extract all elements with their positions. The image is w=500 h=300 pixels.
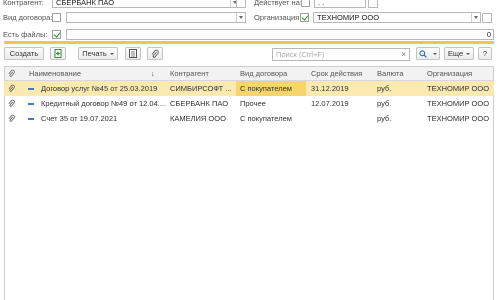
cell-contract-type: С покупателем bbox=[236, 81, 306, 96]
print-button[interactable]: Печать bbox=[78, 47, 118, 60]
search-input[interactable]: Поиск (Ctrl+F) × bbox=[272, 48, 410, 61]
cell-term: 31.12.2019 bbox=[311, 84, 349, 93]
more-button[interactable]: Еще bbox=[444, 47, 474, 60]
cell-name: Договор услуг №45 от 25.03.2019 bbox=[41, 84, 158, 93]
cell-term bbox=[311, 111, 375, 126]
column-header-term[interactable]: Срок действия bbox=[311, 67, 362, 81]
valid-on-label: Действует на: bbox=[254, 0, 302, 7]
contract-type-field[interactable] bbox=[66, 12, 246, 23]
document-list-icon bbox=[129, 49, 137, 58]
table-row[interactable]: Счет 35 от 19.07.2021 КАМЕЛИЯ ООО С поку… bbox=[4, 111, 494, 126]
table-row[interactable]: Кредитный договор №49 от 12.04.... СБЕРБ… bbox=[4, 96, 494, 111]
create-button[interactable]: Создать bbox=[4, 47, 44, 60]
search-icon bbox=[419, 50, 428, 58]
chevron-down-icon[interactable] bbox=[236, 13, 245, 22]
cell-counterparty: СБЕРБАНК ПАО bbox=[170, 99, 229, 108]
add-file-icon bbox=[54, 49, 61, 58]
organization-checkbox[interactable] bbox=[300, 13, 309, 22]
document-icon bbox=[28, 103, 34, 105]
search-placeholder: Поиск (Ctrl+F) bbox=[276, 50, 325, 59]
cell-organization: ТЕХНОМИР ООО bbox=[427, 114, 490, 123]
contract-type-label: Вид договора: bbox=[3, 13, 53, 22]
column-header-currency[interactable]: Валюта bbox=[377, 67, 404, 81]
open-organization-icon[interactable] bbox=[482, 13, 492, 23]
cell-currency: руб. bbox=[377, 99, 392, 108]
counterparty-field[interactable]: СБЕРБАНК ПАО bbox=[52, 0, 240, 8]
valid-on-date-field[interactable]: . . bbox=[314, 0, 366, 8]
cell-organization: ТЕХНОМИР ООО bbox=[427, 84, 490, 93]
cell-currency: руб. bbox=[377, 114, 392, 123]
help-button[interactable]: ? bbox=[478, 47, 492, 60]
search-button[interactable] bbox=[416, 47, 440, 60]
cell-currency: руб. bbox=[377, 84, 392, 93]
print-label: Печать bbox=[82, 49, 107, 58]
attachments-button[interactable] bbox=[147, 47, 163, 60]
sort-icon[interactable]: ↓ bbox=[151, 67, 155, 81]
open-counterparty-icon[interactable] bbox=[236, 0, 246, 8]
clear-icon[interactable]: × bbox=[401, 49, 406, 60]
cell-counterparty: СИМБИРСОФТ ... bbox=[170, 84, 232, 93]
document-icon bbox=[28, 88, 34, 90]
progress-value: 0 bbox=[486, 30, 491, 39]
report-button[interactable] bbox=[125, 47, 141, 60]
cell-name: Кредитный договор №49 от 12.04.... bbox=[41, 99, 167, 108]
valid-on-date-value: . . bbox=[318, 0, 325, 7]
more-label: Еще bbox=[447, 49, 464, 58]
progress-bar bbox=[4, 41, 494, 44]
chevron-down-icon[interactable] bbox=[471, 13, 480, 22]
cell-name: Счет 35 от 19.07.2021 bbox=[41, 114, 118, 123]
has-files-field[interactable]: 0 bbox=[66, 29, 494, 40]
add-from-file-button[interactable] bbox=[50, 47, 66, 60]
column-header-contract-type[interactable]: Вид договора bbox=[240, 67, 287, 81]
cell-counterparty: КАМЕЛИЯ ООО bbox=[170, 114, 226, 123]
paperclip-icon bbox=[151, 49, 159, 58]
has-files-label: Есть файлы: bbox=[3, 30, 48, 39]
organization-value: ТЕХНОМИР ООО bbox=[317, 13, 380, 22]
organization-label: Организация: bbox=[254, 13, 302, 22]
paperclip-icon bbox=[8, 69, 15, 77]
paperclip-icon bbox=[8, 84, 15, 92]
column-header-counterparty[interactable]: Контрагент bbox=[170, 67, 209, 81]
table-row[interactable]: Договор услуг №45 от 25.03.2019 СИМБИРСО… bbox=[4, 81, 494, 96]
cell-contract-type: Прочее bbox=[240, 99, 266, 108]
cell-organization: ТЕХНОМИР ООО bbox=[427, 99, 490, 108]
cell-term: 12.07.2019 bbox=[311, 99, 349, 108]
paperclip-icon bbox=[8, 114, 15, 122]
valid-on-checkbox[interactable] bbox=[301, 0, 310, 7]
column-header-name[interactable]: Наименование bbox=[29, 67, 81, 81]
document-icon bbox=[28, 118, 34, 120]
has-files-checkbox[interactable] bbox=[52, 30, 61, 39]
counterparty-label: Контрагент: bbox=[3, 0, 44, 7]
calendar-icon[interactable] bbox=[368, 0, 378, 8]
organization-field[interactable]: ТЕХНОМИР ООО bbox=[313, 12, 481, 23]
paperclip-icon bbox=[8, 99, 15, 107]
counterparty-value: СБЕРБАНК ПАО bbox=[56, 0, 115, 7]
cell-contract-type: С покупателем bbox=[240, 114, 292, 123]
contract-type-checkbox[interactable] bbox=[52, 13, 61, 22]
column-header-organization[interactable]: Организация bbox=[427, 67, 472, 81]
